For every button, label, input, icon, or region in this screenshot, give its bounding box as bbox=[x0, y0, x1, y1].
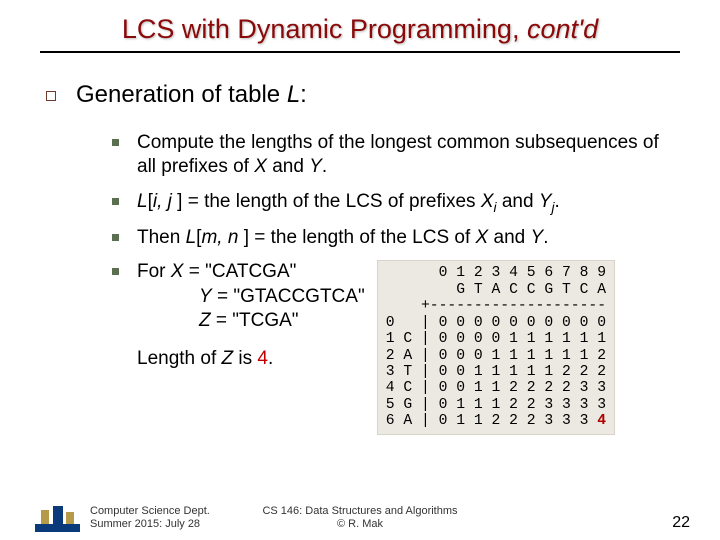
bullet-marker-fill bbox=[112, 198, 119, 205]
footer-dept: Computer Science Dept. bbox=[90, 505, 210, 519]
h1-pre: Generation of table bbox=[76, 81, 287, 108]
footer-date: Summer 2015: July 28 bbox=[90, 518, 210, 532]
bullet-marker-fill bbox=[112, 268, 119, 275]
bullet-marker-fill bbox=[112, 139, 119, 146]
title-main: LCS with Dynamic Programming, bbox=[122, 14, 527, 44]
len-is: is bbox=[233, 348, 257, 369]
b3-dot: . bbox=[543, 227, 548, 248]
b3-eq: ] = the length of the LCS of bbox=[244, 227, 476, 248]
b2-and: and bbox=[497, 191, 539, 212]
b2-ij: i, j bbox=[153, 191, 177, 212]
h1-post: : bbox=[300, 81, 307, 108]
bullet-2-3: Then L[m, n ] = the length of the LCS of… bbox=[112, 226, 680, 250]
ex-line-x: For X = "CATCGA" bbox=[137, 260, 365, 284]
len-4: 4 bbox=[257, 348, 268, 369]
bullet-level1: Generation of table L: bbox=[46, 81, 680, 109]
title-contd: cont'd bbox=[527, 14, 598, 44]
b2-text: L[i, j ] = the length of the LCS of pref… bbox=[137, 190, 560, 216]
example-block: For X = "CATCGA" Y = "GTACCGTCA" Z = "TC… bbox=[137, 260, 365, 371]
page-number: 22 bbox=[672, 514, 690, 532]
footer-left: Computer Science Dept. Summer 2015: July… bbox=[90, 505, 210, 533]
ex-Y: Y bbox=[199, 286, 212, 307]
b2-L: L bbox=[137, 191, 148, 212]
table-body: 0 1 2 3 4 5 6 7 8 9 G T A C C G T C A +-… bbox=[386, 265, 606, 429]
bullet-marker-fill bbox=[112, 234, 119, 241]
slide-title: LCS with Dynamic Programming, cont'd bbox=[40, 14, 680, 53]
b2-dot: . bbox=[555, 191, 560, 212]
len-dot: . bbox=[268, 348, 273, 369]
lcs-table: 0 1 2 3 4 5 6 7 8 9 G T A C C G T C A +-… bbox=[377, 260, 615, 435]
bullet-2-2: L[i, j ] = the length of the LCS of pref… bbox=[112, 190, 680, 216]
h1-var: L bbox=[287, 81, 300, 108]
b1-text: Compute the lengths of the longest commo… bbox=[137, 131, 680, 180]
sjsu-logo bbox=[35, 504, 80, 532]
bullet-marker-open bbox=[46, 91, 56, 101]
b2-X: X bbox=[481, 191, 494, 212]
ex-for: For bbox=[137, 261, 171, 282]
b3-Y: Y bbox=[531, 227, 544, 248]
b3-and: and bbox=[488, 227, 530, 248]
b3-X: X bbox=[476, 227, 489, 248]
level2-container: Compute the lengths of the longest commo… bbox=[112, 131, 680, 435]
h1-text: Generation of table L: bbox=[76, 81, 307, 109]
b1-y: Y bbox=[309, 156, 322, 177]
ex-Z: Z bbox=[199, 310, 211, 331]
b1-a: Compute the lengths of the longest commo… bbox=[137, 132, 659, 177]
b1-mid: and bbox=[267, 156, 309, 177]
table-final-4: 4 bbox=[597, 413, 606, 429]
b2-eq: ] = the length of the LCS of prefixes bbox=[177, 191, 481, 212]
ex-line-z: Z = "TCGA" bbox=[137, 309, 365, 333]
length-line: Length of Z is 4. bbox=[137, 347, 365, 371]
b3-then: Then bbox=[137, 227, 186, 248]
ex-line-y: Y = "GTACCGTCA" bbox=[137, 285, 365, 309]
b1-x: X bbox=[254, 156, 267, 177]
bullet-2-1: Compute the lengths of the longest commo… bbox=[112, 131, 680, 180]
b3-L: L bbox=[186, 227, 197, 248]
slide-footer: Computer Science Dept. Summer 2015: July… bbox=[0, 504, 720, 532]
b3-text: Then L[m, n ] = the length of the LCS of… bbox=[137, 226, 548, 250]
len-a: Length of bbox=[137, 348, 222, 369]
ex-Z-val: = "TCGA" bbox=[211, 310, 299, 331]
ex-Y-val: = "GTACCGTCA" bbox=[212, 286, 365, 307]
ex-X: X bbox=[171, 261, 184, 282]
b3-mn: m, n bbox=[201, 227, 243, 248]
b2-Y: Y bbox=[539, 191, 552, 212]
b1-end: . bbox=[322, 156, 327, 177]
len-Z: Z bbox=[222, 348, 234, 369]
ex-X-val: = "CATCGA" bbox=[183, 261, 296, 282]
example-row: For X = "CATCGA" Y = "GTACCGTCA" Z = "TC… bbox=[112, 260, 680, 435]
